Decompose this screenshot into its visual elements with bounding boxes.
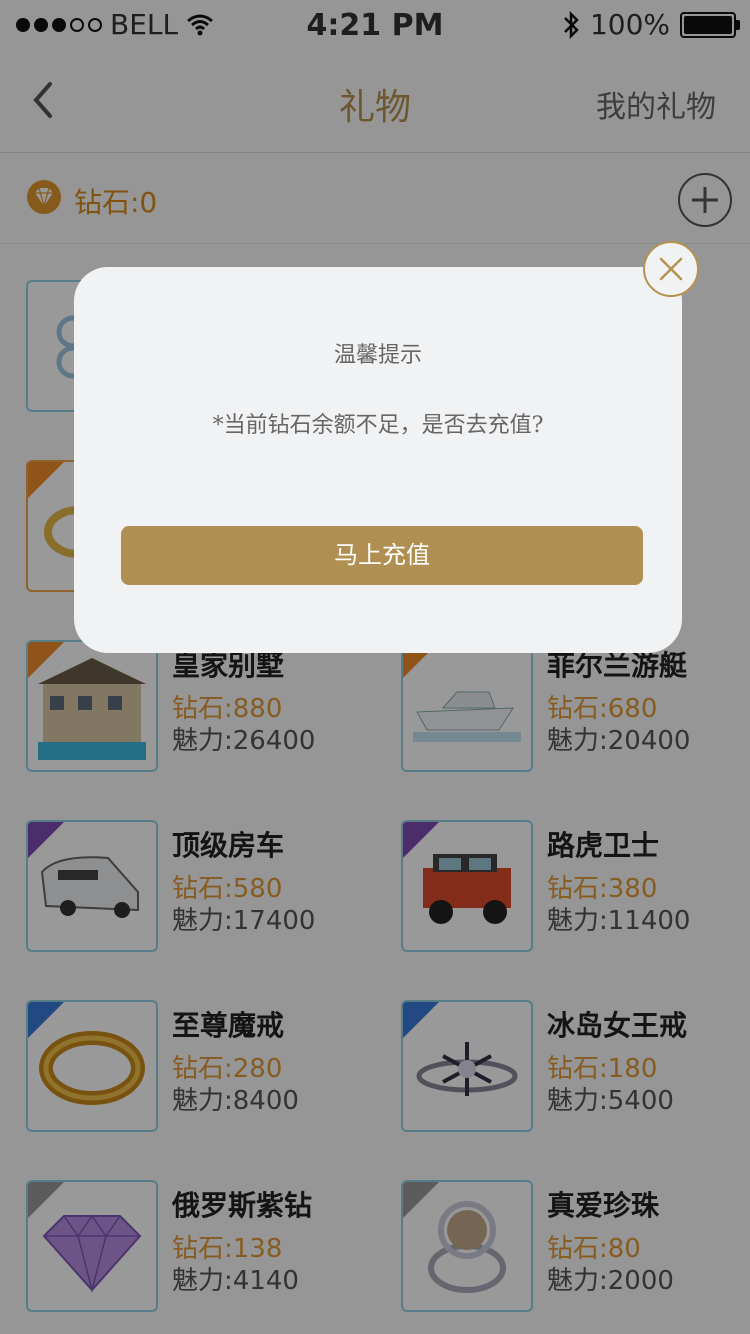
close-icon[interactable] — [643, 241, 699, 297]
dialog-message: *当前钻石余额不足，是否去充值? — [212, 413, 544, 438]
insufficient-balance-dialog: 温馨提示 *当前钻石余额不足，是否去充值? 马上充值 — [74, 267, 682, 653]
dialog-title: 温馨提示 — [333, 343, 422, 368]
recharge-now-button[interactable]: 马上充值 — [121, 526, 643, 585]
modal-overlay[interactable] — [0, 0, 750, 1334]
